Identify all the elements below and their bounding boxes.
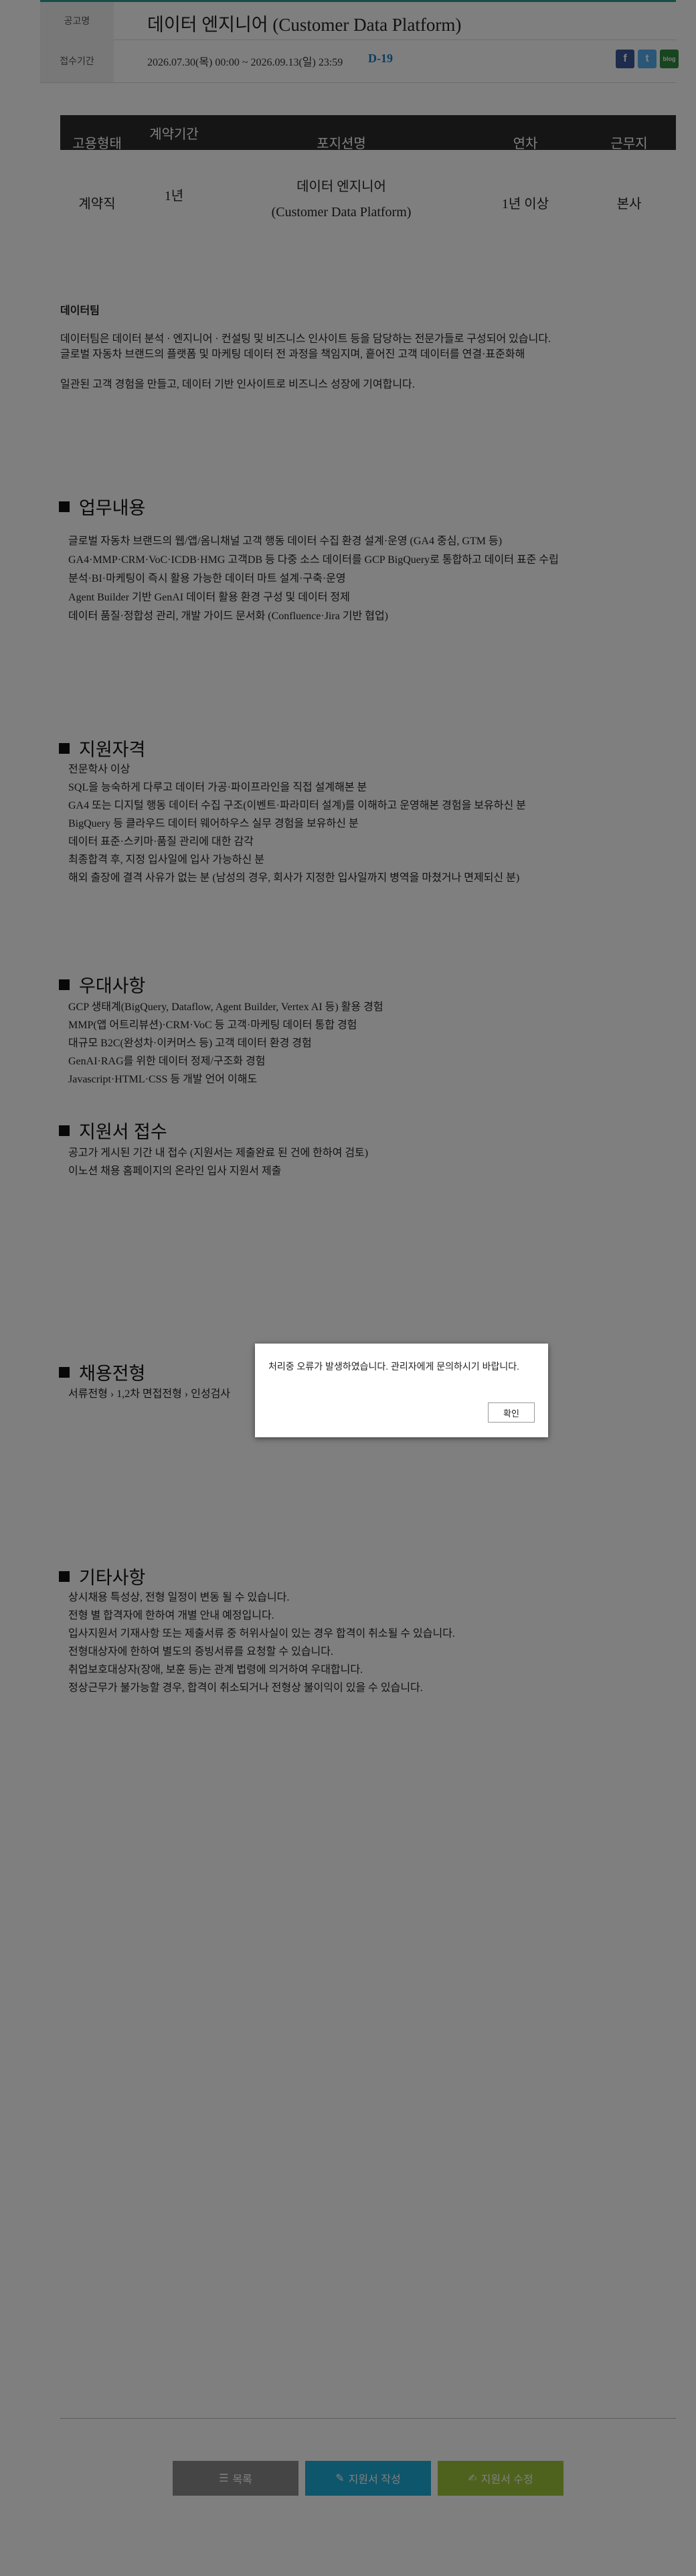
confirm-button[interactable]: 확인	[488, 1402, 535, 1423]
error-dialog: 처리중 오류가 발생하였습니다. 관리자에게 문의하시기 바랍니다. 확인	[255, 1344, 548, 1437]
modal-overlay[interactable]	[0, 0, 696, 2576]
error-message: 처리중 오류가 발생하였습니다. 관리자에게 문의하시기 바랍니다.	[268, 1361, 519, 1372]
